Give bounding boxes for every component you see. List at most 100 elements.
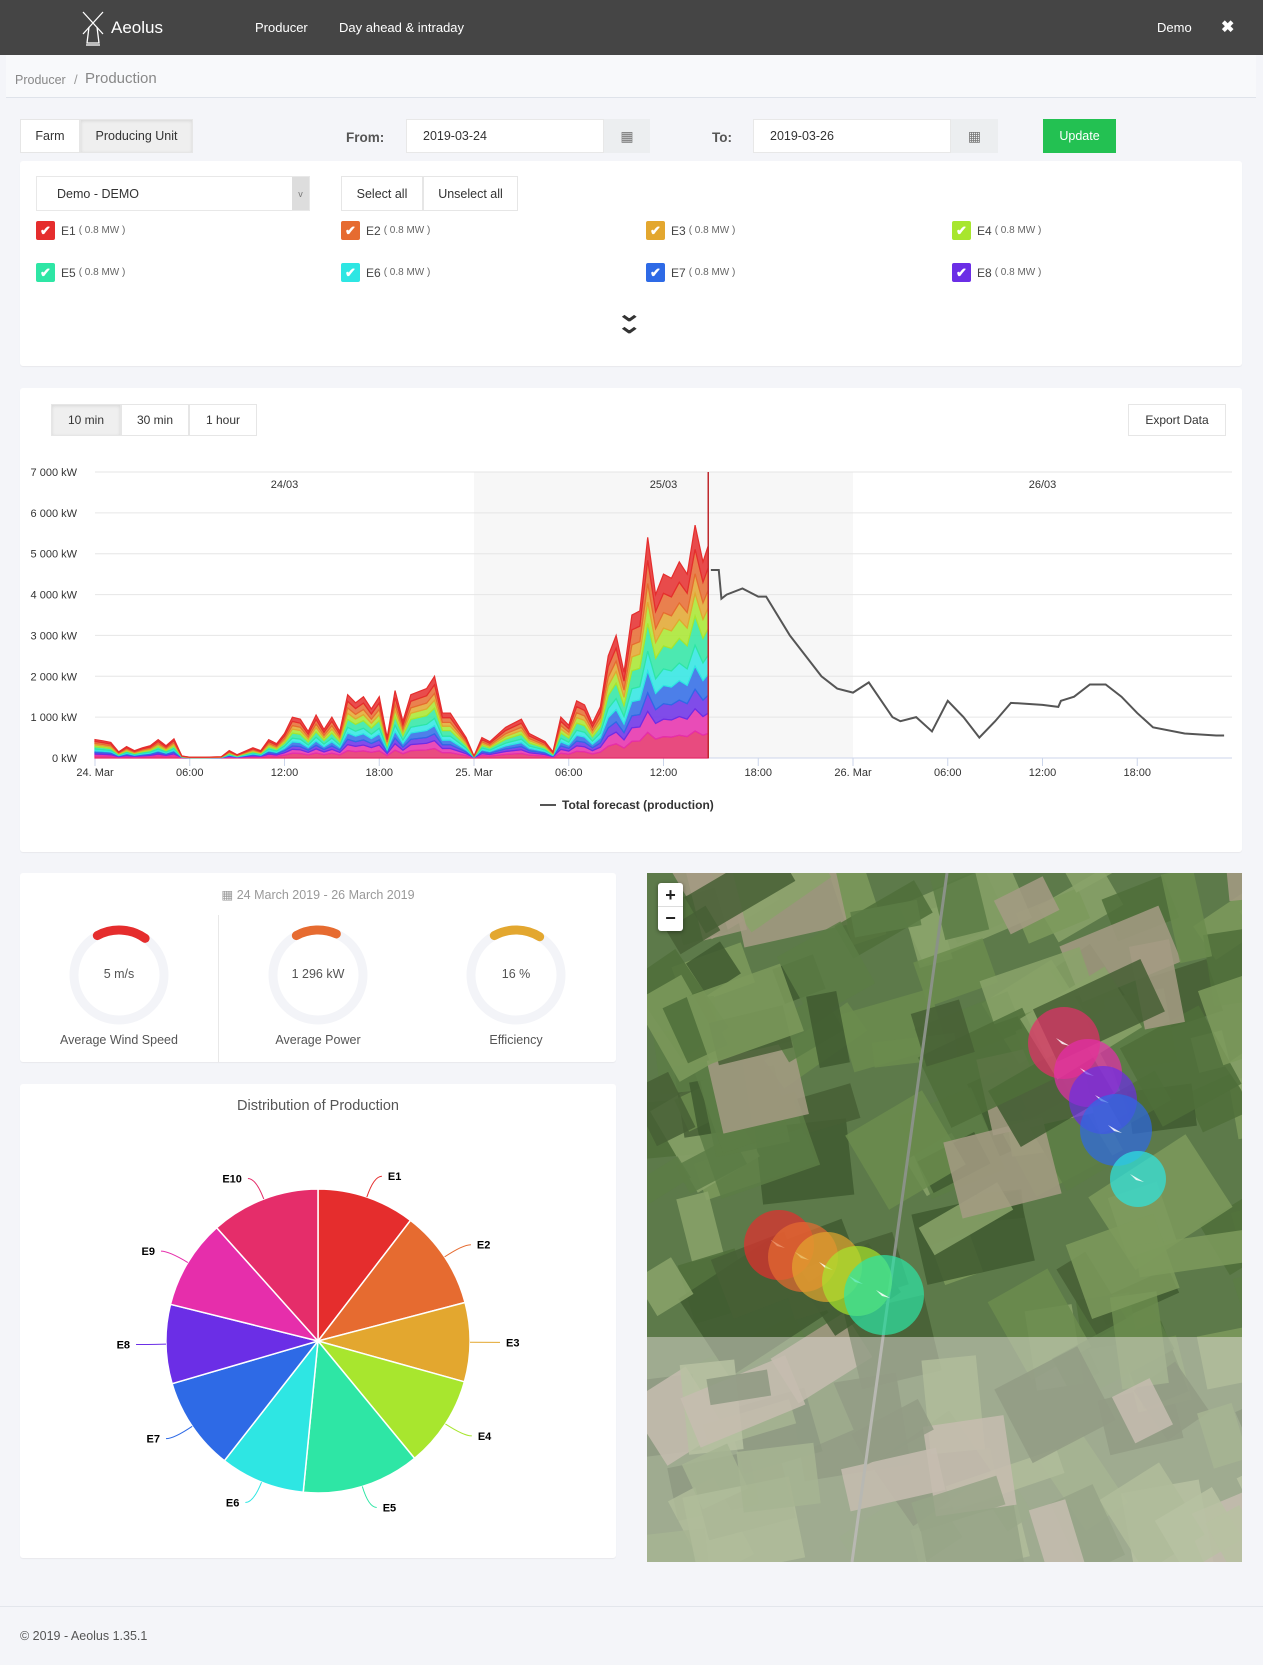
to-calendar-button[interactable]: ▦: [951, 119, 998, 153]
legend-line-swatch: [540, 804, 556, 806]
unit-checkbox-e1[interactable]: ✔ E1( 0.8 MW ): [36, 221, 125, 240]
x-tick-label: 18:00: [365, 767, 393, 779]
x-tick-label: 18:00: [1123, 767, 1151, 779]
unit-name: E2: [366, 223, 381, 238]
distribution-pie-chart: E1 E2 E3 E4 E5 E6 E7 E8 E9 E10: [117, 1171, 520, 1514]
pie-connector: [366, 1175, 382, 1198]
footer-divider: [0, 1606, 1263, 1607]
unit-name: E5: [61, 265, 76, 280]
chart-legend[interactable]: Total forecast (production): [540, 798, 714, 812]
legend-label: Total forecast (production): [562, 798, 714, 812]
unselect-all-button[interactable]: Unselect all: [423, 176, 518, 211]
y-tick-label: 0 kW: [52, 753, 78, 765]
checkmark-icon[interactable]: ✔: [646, 221, 665, 240]
checkmark-icon[interactable]: ✔: [646, 263, 665, 282]
y-tick-label: 4 000 kW: [31, 590, 78, 602]
pie-label: E5: [383, 1502, 396, 1514]
to-label: To:: [712, 130, 732, 145]
pie-label: E10: [222, 1173, 242, 1185]
farm-select[interactable]: Demo - DEMO v: [36, 176, 310, 211]
pie-connector: [160, 1250, 189, 1263]
unit-name: E6: [366, 265, 381, 280]
pie-label: E3: [506, 1337, 519, 1349]
unit-name: E4: [977, 223, 992, 238]
user-menu[interactable]: Demo: [1157, 20, 1192, 35]
checkmark-icon[interactable]: ✔: [36, 221, 55, 240]
production-chart: 0 kW 1 000 kW 2 000 kW 3 000 kW 4 000 kW 5 00…: [31, 467, 1232, 779]
zoom-out-button[interactable]: −: [658, 907, 683, 931]
windmill-logo-icon[interactable]: [78, 9, 108, 47]
unit-checkbox-e3[interactable]: ✔ E3( 0.8 MW ): [646, 221, 735, 240]
kpi-average-wind-speed: 5 m/s Average Wind Speed: [59, 915, 179, 1055]
pie-connector: [247, 1177, 265, 1200]
kpi-label: Average Wind Speed: [60, 1033, 178, 1047]
select-all-button[interactable]: Select all: [341, 176, 423, 211]
pie-label: E6: [226, 1498, 239, 1510]
x-tick-label: 24. Mar: [76, 767, 114, 779]
unit-checkbox-e2[interactable]: ✔ E2( 0.8 MW ): [341, 221, 430, 240]
export-data-button[interactable]: Export Data: [1128, 404, 1226, 436]
pie-label: E2: [477, 1240, 490, 1252]
nav-day-ahead[interactable]: Day ahead & intraday: [339, 20, 464, 35]
breadcrumb: Producer / Production: [6, 55, 1256, 98]
checkmark-icon[interactable]: ✔: [341, 221, 360, 240]
breadcrumb-parent[interactable]: Producer: [15, 73, 66, 87]
zoom-in-button[interactable]: +: [658, 883, 683, 907]
checkmark-icon[interactable]: ✔: [341, 263, 360, 282]
gauge-arc: [92, 925, 150, 943]
breadcrumb-separator: /: [74, 72, 78, 87]
gauge-arc: [291, 925, 341, 941]
unit-checkbox-e7[interactable]: ✔ E7( 0.8 MW ): [646, 263, 735, 282]
footer-text: © 2019 - Aeolus 1.35.1: [20, 1629, 148, 1643]
from-calendar-button[interactable]: ▦: [604, 119, 650, 153]
pie-connector: [165, 1425, 193, 1440]
unit-capacity: ( 0.8 MW ): [688, 225, 736, 236]
pie-label: E7: [147, 1434, 160, 1446]
y-tick-label: 2 000 kW: [31, 671, 78, 683]
kpi-efficiency: 16 % Efficiency: [456, 915, 576, 1055]
x-tick-label: 06:00: [176, 767, 204, 779]
day-label: 25/03: [650, 479, 678, 491]
pie-connector: [445, 1423, 472, 1437]
mode-farm-button[interactable]: Farm: [20, 119, 80, 153]
interval-30min-button[interactable]: 30 min: [121, 404, 189, 436]
y-tick-label: 3 000 kW: [31, 630, 78, 642]
x-tick-label: 26. Mar: [834, 767, 872, 779]
nav-producer[interactable]: Producer: [255, 20, 308, 35]
unit-capacity: ( 0.8 MW ): [383, 267, 431, 278]
mode-producing-unit-button[interactable]: Producing Unit: [80, 119, 193, 153]
farm-select-value: Demo - DEMO: [57, 186, 139, 201]
kpi-value: 5 m/s: [103, 967, 135, 981]
y-tick-label: 7 000 kW: [31, 467, 78, 479]
calendar-icon: ▦: [620, 127, 634, 144]
calendar-icon: ▦: [967, 127, 982, 144]
map-field: [676, 1191, 724, 1262]
checkmark-icon[interactable]: ✔: [36, 263, 55, 282]
unit-name: E3: [671, 223, 686, 238]
day-label: 24/03: [271, 479, 299, 491]
from-label: From:: [346, 130, 385, 145]
kpi-label: Average Power: [275, 1033, 361, 1047]
checkmark-icon[interactable]: ✔: [952, 263, 971, 282]
unit-checkbox-e8[interactable]: ✔ E8( 0.8 MW ): [952, 263, 1041, 282]
from-date-input[interactable]: 2019-03-24: [406, 119, 604, 153]
close-icon[interactable]: ✖: [1221, 17, 1234, 37]
unit-capacity: ( 0.8 MW ): [78, 267, 126, 278]
expand-chevron-icon[interactable]: ⌄ ⌄: [616, 303, 642, 337]
calendar-icon: ▦: [221, 888, 234, 902]
unit-capacity: ( 0.8 MW ): [994, 267, 1042, 278]
unit-checkbox-e6[interactable]: ✔ E6( 0.8 MW ): [341, 263, 430, 282]
satellite-map[interactable]: + −: [647, 873, 1242, 1562]
kpi-divider: [218, 915, 219, 1062]
interval-1hour-button[interactable]: 1 hour: [189, 404, 257, 436]
checkmark-icon[interactable]: ✔: [952, 221, 971, 240]
interval-10min-button[interactable]: 10 min: [51, 404, 121, 436]
brand-name[interactable]: Aeolus: [111, 18, 163, 38]
to-date-input[interactable]: 2019-03-26: [753, 119, 951, 153]
unit-capacity: ( 0.8 MW ): [383, 225, 431, 236]
map-canvas[interactable]: [647, 873, 1242, 1562]
unit-checkbox-e5[interactable]: ✔ E5( 0.8 MW ): [36, 263, 125, 282]
x-tick-label: 06:00: [934, 767, 962, 779]
update-button[interactable]: Update: [1043, 119, 1116, 153]
unit-checkbox-e4[interactable]: ✔ E4( 0.8 MW ): [952, 221, 1041, 240]
